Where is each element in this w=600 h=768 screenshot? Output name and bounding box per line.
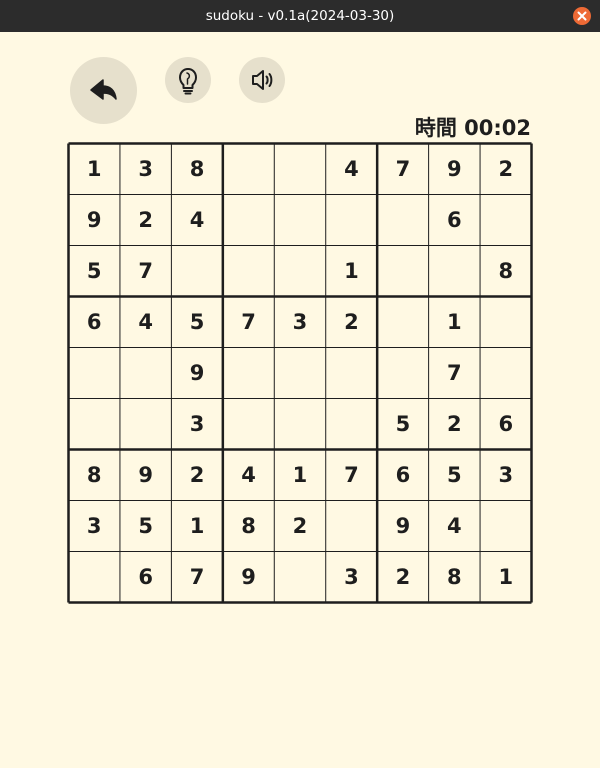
sudoku-cell[interactable] <box>326 399 377 450</box>
sudoku-cell[interactable]: 2 <box>274 501 325 552</box>
sudoku-cell[interactable]: 7 <box>223 297 274 348</box>
sudoku-cell[interactable]: 7 <box>429 348 480 399</box>
close-icon <box>577 11 587 21</box>
sudoku-cell[interactable] <box>480 501 531 552</box>
sudoku-cell[interactable] <box>274 348 325 399</box>
sudoku-cell[interactable]: 2 <box>377 552 428 603</box>
sudoku-cell[interactable] <box>69 552 120 603</box>
sudoku-cell[interactable] <box>377 348 428 399</box>
sudoku-cell[interactable] <box>480 297 531 348</box>
sudoku-cell[interactable] <box>120 399 171 450</box>
sudoku-cell[interactable]: 4 <box>326 144 377 195</box>
sudoku-cell[interactable]: 1 <box>274 450 325 501</box>
sudoku-cell[interactable]: 3 <box>120 144 171 195</box>
sudoku-cell[interactable]: 5 <box>171 297 222 348</box>
sudoku-cell[interactable]: 9 <box>171 348 222 399</box>
lightbulb-icon <box>179 68 197 95</box>
sudoku-cell[interactable]: 1 <box>480 552 531 603</box>
sudoku-cell[interactable]: 5 <box>120 501 171 552</box>
sudoku-cell[interactable]: 7 <box>326 450 377 501</box>
sudoku-cell[interactable]: 5 <box>429 450 480 501</box>
sudoku-cell[interactable]: 8 <box>480 246 531 297</box>
sudoku-board[interactable]: 1384792924657186457321973526892417653351… <box>67 142 533 604</box>
sudoku-cell[interactable]: 8 <box>429 552 480 603</box>
sudoku-cell[interactable]: 1 <box>69 144 120 195</box>
sudoku-cell[interactable]: 1 <box>429 297 480 348</box>
sudoku-cell[interactable]: 6 <box>69 297 120 348</box>
sudoku-cell[interactable]: 7 <box>120 246 171 297</box>
sudoku-cell[interactable] <box>69 348 120 399</box>
sudoku-cell[interactable] <box>223 246 274 297</box>
undo-button[interactable] <box>70 57 137 124</box>
sudoku-cell[interactable]: 6 <box>429 195 480 246</box>
sudoku-cell[interactable]: 3 <box>480 450 531 501</box>
elapsed-timer: 時間 00:02 <box>414 116 531 140</box>
sudoku-cell[interactable]: 9 <box>377 501 428 552</box>
sudoku-cell[interactable] <box>120 348 171 399</box>
sudoku-cell[interactable]: 4 <box>223 450 274 501</box>
sudoku-cell[interactable]: 9 <box>120 450 171 501</box>
sudoku-cell[interactable] <box>429 246 480 297</box>
speaker-icon <box>252 70 273 90</box>
sudoku-cell[interactable] <box>480 348 531 399</box>
sudoku-cell[interactable]: 3 <box>326 552 377 603</box>
window-title: sudoku - v0.1a(2024-03-30) <box>205 8 395 24</box>
sudoku-cell[interactable]: 3 <box>274 297 325 348</box>
sudoku-cell[interactable]: 9 <box>69 195 120 246</box>
sudoku-cell[interactable]: 6 <box>480 399 531 450</box>
window-titlebar: sudoku - v0.1a(2024-03-30) <box>0 0 600 32</box>
sudoku-cell[interactable]: 2 <box>326 297 377 348</box>
sudoku-cell[interactable] <box>69 399 120 450</box>
sudoku-cell[interactable] <box>274 144 325 195</box>
sudoku-cell[interactable]: 2 <box>120 195 171 246</box>
sudoku-cell[interactable] <box>223 195 274 246</box>
sudoku-cell[interactable]: 7 <box>171 552 222 603</box>
sudoku-cell[interactable] <box>377 195 428 246</box>
sudoku-cell[interactable]: 4 <box>429 501 480 552</box>
sudoku-cell[interactable] <box>274 552 325 603</box>
sudoku-cell[interactable] <box>223 348 274 399</box>
sudoku-cell[interactable]: 5 <box>69 246 120 297</box>
sudoku-cell[interactable]: 6 <box>377 450 428 501</box>
sudoku-cell[interactable] <box>223 144 274 195</box>
sudoku-cell[interactable]: 2 <box>429 399 480 450</box>
sudoku-cell[interactable]: 3 <box>69 501 120 552</box>
sudoku-cell[interactable]: 9 <box>429 144 480 195</box>
close-button[interactable] <box>573 7 591 25</box>
undo-arrow-icon <box>90 79 117 100</box>
sudoku-cell[interactable] <box>326 348 377 399</box>
sudoku-cell[interactable]: 4 <box>120 297 171 348</box>
sudoku-cell[interactable] <box>326 501 377 552</box>
sudoku-cell[interactable]: 7 <box>377 144 428 195</box>
sudoku-cell[interactable] <box>480 195 531 246</box>
sudoku-cell[interactable]: 5 <box>377 399 428 450</box>
sudoku-cell[interactable]: 1 <box>171 501 222 552</box>
sudoku-cell[interactable] <box>326 195 377 246</box>
sudoku-cell[interactable] <box>274 195 325 246</box>
sudoku-cell[interactable]: 8 <box>171 144 222 195</box>
sudoku-cell[interactable]: 2 <box>171 450 222 501</box>
sudoku-cell[interactable] <box>377 246 428 297</box>
sudoku-cell[interactable]: 9 <box>223 552 274 603</box>
sudoku-cell[interactable]: 8 <box>223 501 274 552</box>
sudoku-cell[interactable]: 4 <box>171 195 222 246</box>
sudoku-cell[interactable] <box>377 297 428 348</box>
sudoku-cell[interactable] <box>171 246 222 297</box>
sudoku-cell[interactable]: 8 <box>69 450 120 501</box>
sudoku-cell[interactable] <box>274 399 325 450</box>
sudoku-cell[interactable]: 6 <box>120 552 171 603</box>
sudoku-cell[interactable]: 2 <box>480 144 531 195</box>
sound-button[interactable] <box>239 57 285 103</box>
sudoku-cell[interactable]: 3 <box>171 399 222 450</box>
sudoku-cell[interactable]: 1 <box>326 246 377 297</box>
hint-button[interactable] <box>165 57 211 103</box>
sudoku-cell[interactable] <box>274 246 325 297</box>
sudoku-cell[interactable] <box>223 399 274 450</box>
